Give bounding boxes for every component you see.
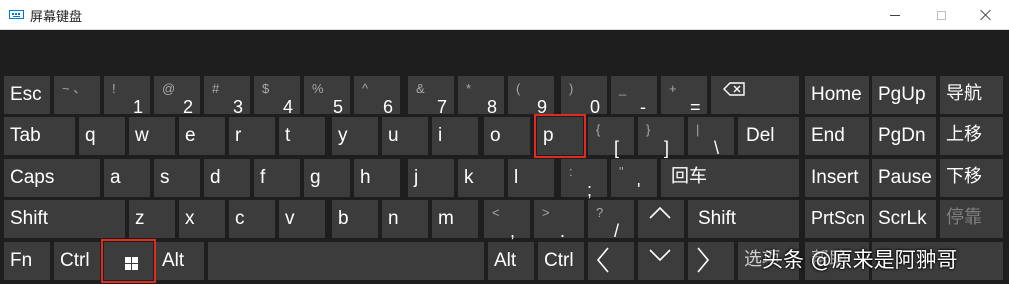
key-move-down[interactable]: 下移 [940,159,1003,197]
key-comma[interactable]: <, [484,200,530,240]
minimize-icon [890,14,900,16]
key-home[interactable]: Home [805,76,869,114]
key-right-ctrl[interactable]: Ctrl [538,242,584,280]
windows-logo-icon [125,257,138,270]
right-arrow-icon [697,247,710,273]
key-q[interactable]: q [79,117,125,155]
key-enter[interactable]: 回车 [661,159,799,197]
key-s[interactable]: s [154,159,200,197]
key-5[interactable]: % 5 [304,76,350,116]
key-n[interactable]: n [382,200,428,238]
key-equals[interactable]: + = [661,76,707,116]
key-w[interactable]: w [129,117,175,155]
key-space[interactable] [208,242,484,280]
key-j[interactable]: j [408,159,454,197]
key-4[interactable]: $4 [254,76,300,116]
key-b[interactable]: b [332,200,378,238]
key-v[interactable]: v [279,200,325,238]
maximize-icon [936,10,946,20]
key-end[interactable]: End [805,117,869,155]
key-z[interactable]: z [129,200,175,238]
key-i[interactable]: i [432,117,478,155]
key-windows[interactable] [101,239,156,283]
key-minus[interactable]: _ - [611,76,657,116]
keyboard-icon [9,10,24,19]
key-left-bracket[interactable]: {[ [588,117,634,157]
key-nav[interactable]: 导航 [940,76,1003,114]
key-right-bracket[interactable]: }] [638,117,684,157]
key-r[interactable]: r [229,117,275,155]
key-move-up[interactable]: 上移 [940,117,1003,155]
key-p[interactable]: p [534,114,586,158]
key-pgup[interactable]: PgUp [872,76,936,114]
key-prtscn[interactable]: PrtScn [805,200,869,238]
backspace-icon [723,82,745,96]
key-f[interactable]: f [254,159,300,197]
key-o[interactable]: o [484,117,530,155]
key-left-arrow[interactable] [588,242,634,280]
title-bar: 屏幕键盘 [0,0,1009,30]
key-scrlk[interactable]: ScrLk [872,200,936,238]
key-right-arrow[interactable] [688,242,734,280]
key-semicolon[interactable]: :; [561,159,607,199]
maximize-button[interactable] [918,0,964,30]
key-up-arrow[interactable] [638,200,684,238]
key-3[interactable]: #3 [204,76,250,116]
key-backspace[interactable] [711,76,799,114]
left-arrow-icon [596,247,609,273]
key-9[interactable]: (9 [508,76,554,116]
key-del[interactable]: Del [738,117,799,155]
key-g[interactable]: g [304,159,350,197]
key-d[interactable]: d [204,159,250,197]
key-c[interactable]: c [229,200,275,238]
minimize-button[interactable] [872,0,918,30]
key-right-shift[interactable]: Shift [688,200,799,238]
key-left-shift[interactable]: Shift [4,200,125,238]
close-button[interactable] [963,0,1009,30]
key-l[interactable]: l [508,159,554,197]
key-7[interactable]: & 7 [408,76,454,116]
key-tab[interactable]: Tab [4,117,75,155]
key-period[interactable]: >. [534,200,584,240]
key-y[interactable]: y [332,117,378,155]
key-x[interactable]: x [179,200,225,238]
key-insert[interactable]: Insert [805,159,869,197]
key-u[interactable]: u [382,117,428,155]
key-left-ctrl[interactable]: Ctrl [54,242,100,280]
key-1[interactable]: ! 1 [104,76,150,116]
key-8[interactable]: * 8 [458,76,504,116]
key-6[interactable]: ^ 6 [354,76,400,116]
key-backslash[interactable]: | \ [688,117,734,157]
key-left-alt[interactable]: Alt [156,242,204,280]
key-quote[interactable]: " ' [611,159,657,199]
close-icon [980,9,992,21]
key-0[interactable]: ) 0 [561,76,607,116]
key-right-alt[interactable]: Alt [488,242,534,280]
key-h[interactable]: h [354,159,400,197]
key-e[interactable]: e [179,117,225,155]
key-t[interactable]: t [279,117,325,155]
window-title: 屏幕键盘 [30,10,83,25]
key-fn[interactable]: Fn [4,242,50,280]
key-down-arrow[interactable] [638,242,684,280]
key-pause[interactable]: Pause [872,159,936,197]
key-pgdn[interactable]: PgDn [872,117,936,155]
key-caps[interactable]: Caps [4,159,100,197]
key-slash[interactable]: ? / [588,200,634,240]
key-k[interactable]: k [458,159,504,197]
key-2[interactable]: @2 [154,76,200,116]
key-a[interactable]: a [104,159,150,197]
up-arrow-icon [649,206,671,219]
key-esc[interactable]: Esc [4,76,50,114]
keyboard: Esc ~ 、 ! 1 @2 #3 $4 % 5 ^ 6 & 7 * 8 (9 ) 0 _ -… [0,30,1009,284]
key-dock[interactable]: 停靠 [940,200,1003,238]
key-tilde[interactable]: ~ 、 [54,76,100,114]
watermark: 头条 @原来是阿翀哥 [762,248,958,272]
down-arrow-icon [649,249,671,262]
key-m[interactable]: m [432,200,478,238]
